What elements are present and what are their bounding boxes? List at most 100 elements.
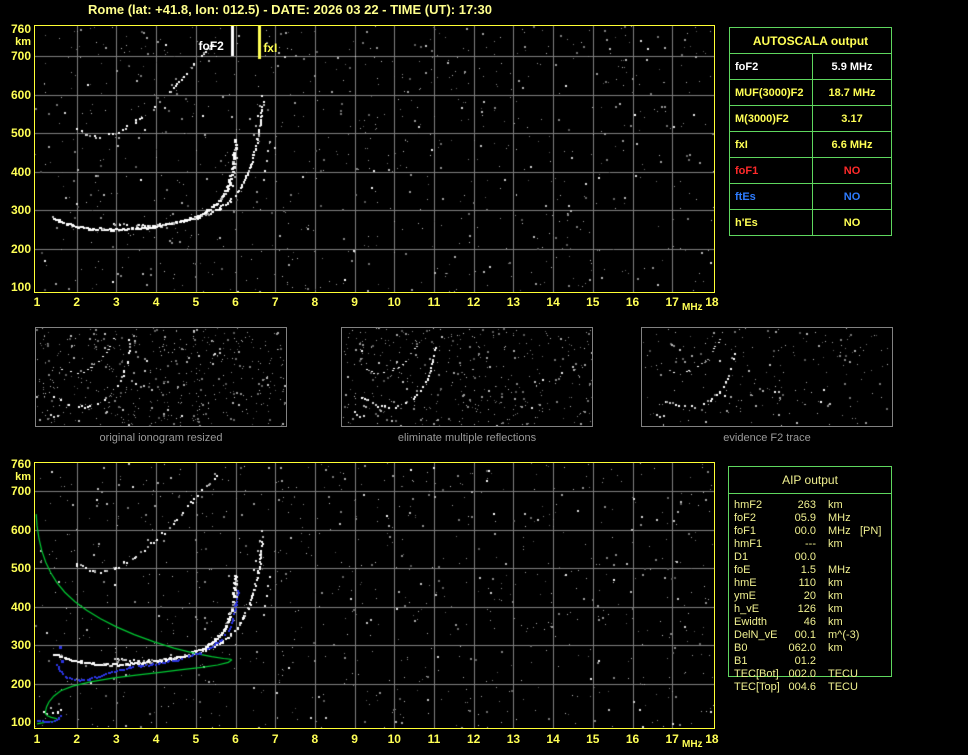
autoscala-row-label: foF1 [730,158,813,183]
x-tick-label: 3 [113,295,120,309]
aip-row-hmE: hmE 110 km [728,577,898,590]
aip-row-foE: foE 1.5 MHz [728,564,898,577]
autoscala-row-value: NO [843,217,861,229]
aip-row-label: foF2 [734,512,757,524]
top-ionogram-plot [34,25,715,293]
autoscala-row-foF2: foF2 5.9 MHz [730,54,891,80]
x-tick-label: 5 [192,732,200,746]
x-tick-label: 8 [311,295,319,309]
autoscala-row-value: 6.6 MHz [831,138,873,151]
aip-row-label: hmE [734,577,757,589]
aip-row-value: 01.2 [794,655,816,667]
x-tick-label: 18 [705,295,719,309]
x-tick-label: 7 [271,295,279,309]
x-tick-label: 4 [152,295,160,309]
autoscala-table-title: AUTOSCALA output [730,28,891,54]
aip-row-label: Ewidth [734,616,768,628]
aip-row-value: 126 [797,603,816,615]
aip-row-label: D1 [734,551,749,563]
aip-row-label: B1 [734,655,748,667]
aip-row-B0: B0 062.0 km [728,642,898,655]
aip-output-table: AIP output hmF2 263 km foF2 05.9 MHz foF1 00.0 M… [728,466,898,702]
x-tick-label: 12 [467,295,481,309]
x-tick-label: 15 [586,295,600,309]
panel-evidence-caption: evidence F2 trace [723,432,811,444]
aip-row-value: 002.0 [788,668,816,680]
y-tick-label: 300 [10,638,31,652]
x-tick-label: 10 [387,295,401,309]
aip-row-unit: km [828,538,843,550]
x-tick-label: 13 [506,732,521,746]
aip-row-extra: [PN] [860,525,882,537]
x-tick-label: 11 [427,732,441,746]
autoscala-output-table: AUTOSCALA output foF2 5.9 MHz MUF(3000)F2 1… [729,27,892,236]
autoscala-row-M(3000)F2: M(3000)F2 3.17 [730,106,891,132]
autoscala-row-ftEs: ftEs NO [730,184,891,210]
aip-title-divider [728,493,892,494]
autoscala-row-label: h'Es [730,210,813,236]
y-tick-label: 500 [10,561,31,575]
aip-row-label: ymE [734,590,756,602]
autoscala-row-value: 5.9 MHz [831,60,873,73]
aip-row-value: 00.0 [794,551,816,563]
y-tick-label: 100 [10,280,31,294]
x-tick-label: 7 [271,732,279,746]
x-tick-label: 1 [33,295,41,309]
x-tick-label: 17 [665,295,679,309]
y-tick-label: 100 [10,715,31,729]
aip-row-value: --- [805,538,816,550]
x-tick-label: 6 [232,295,239,309]
x-tick-label: 11 [427,295,441,309]
autoscala-row-label: foF2 [730,54,813,79]
panel-evidence-f2 [641,327,893,427]
y-tick-label: 300 [10,203,31,217]
aip-row-value: 05.9 [794,512,816,524]
autoscala-row-value: 3.17 [841,112,863,125]
x-tick-label: 14 [546,295,560,309]
y-tick-label: 600 [10,522,31,537]
y-tick-label: 760 [10,21,31,36]
aip-row-value: 110 [798,577,816,589]
x-tick-label: 2 [73,732,81,746]
aip-row-unit: m^(-3) [828,629,860,641]
x-tick-label: 4 [152,732,160,746]
x-tick-label: 10 [387,732,401,746]
y-tick-label: 500 [10,126,31,140]
aip-row-unit: km [828,616,843,628]
aip-row-label: foE [734,564,751,576]
x-tick-label: 17 [665,732,679,746]
y-tick-label: 700 [10,49,31,63]
autoscala-row-label: fxI [730,132,813,157]
panel-original-ionogram [35,327,287,427]
aip-row-value: 062.0 [788,642,816,654]
aip-row-unit: TECU [828,681,858,693]
aip-row-unit: km [828,590,843,602]
aip-row-label: hmF1 [734,538,763,550]
y-tick-label: 400 [10,599,31,614]
aip-row-value: 20 [803,590,816,602]
aip-row-value: 1.5 [800,564,816,576]
aip-row-foF1: foF1 00.0 MHz [PN] [728,525,898,538]
top-ionogram-canvas [35,26,714,292]
aip-row-unit: km [828,603,843,615]
aip-row-h_vE: h_vE 126 km [728,603,898,616]
aip-row-DelN_vE: DelN_vE 00.1 m^(-3) [728,629,898,642]
aip-row-ymE: ymE 20 km [728,590,898,603]
x-tick-label: 6 [232,732,239,746]
aip-row-D1: D1 00.0 [728,551,898,564]
autoscala-row-label: ftEs [730,184,813,209]
top-y-axis-unit: km [15,36,31,48]
aip-row-value: 263 [797,499,816,511]
aip-row-unit: TECU [828,668,858,680]
aip-row-foF2: foF2 05.9 MHz [728,512,898,525]
aip-row-value: 00.1 [794,629,816,641]
station-title: Rome (lat: +41.8, lon: 012.5) - DATE: 20… [88,2,492,17]
y-tick-label: 400 [10,164,31,179]
x-tick-label: 18 [705,732,719,746]
aip-row-unit: km [828,642,843,654]
panel-original-canvas [36,328,286,426]
autoscala-row-fxI: fxI 6.6 MHz [730,132,891,158]
aip-row-unit: km [828,577,843,589]
y-tick-label: 760 [10,456,31,471]
aip-row-unit: MHz [828,512,851,524]
